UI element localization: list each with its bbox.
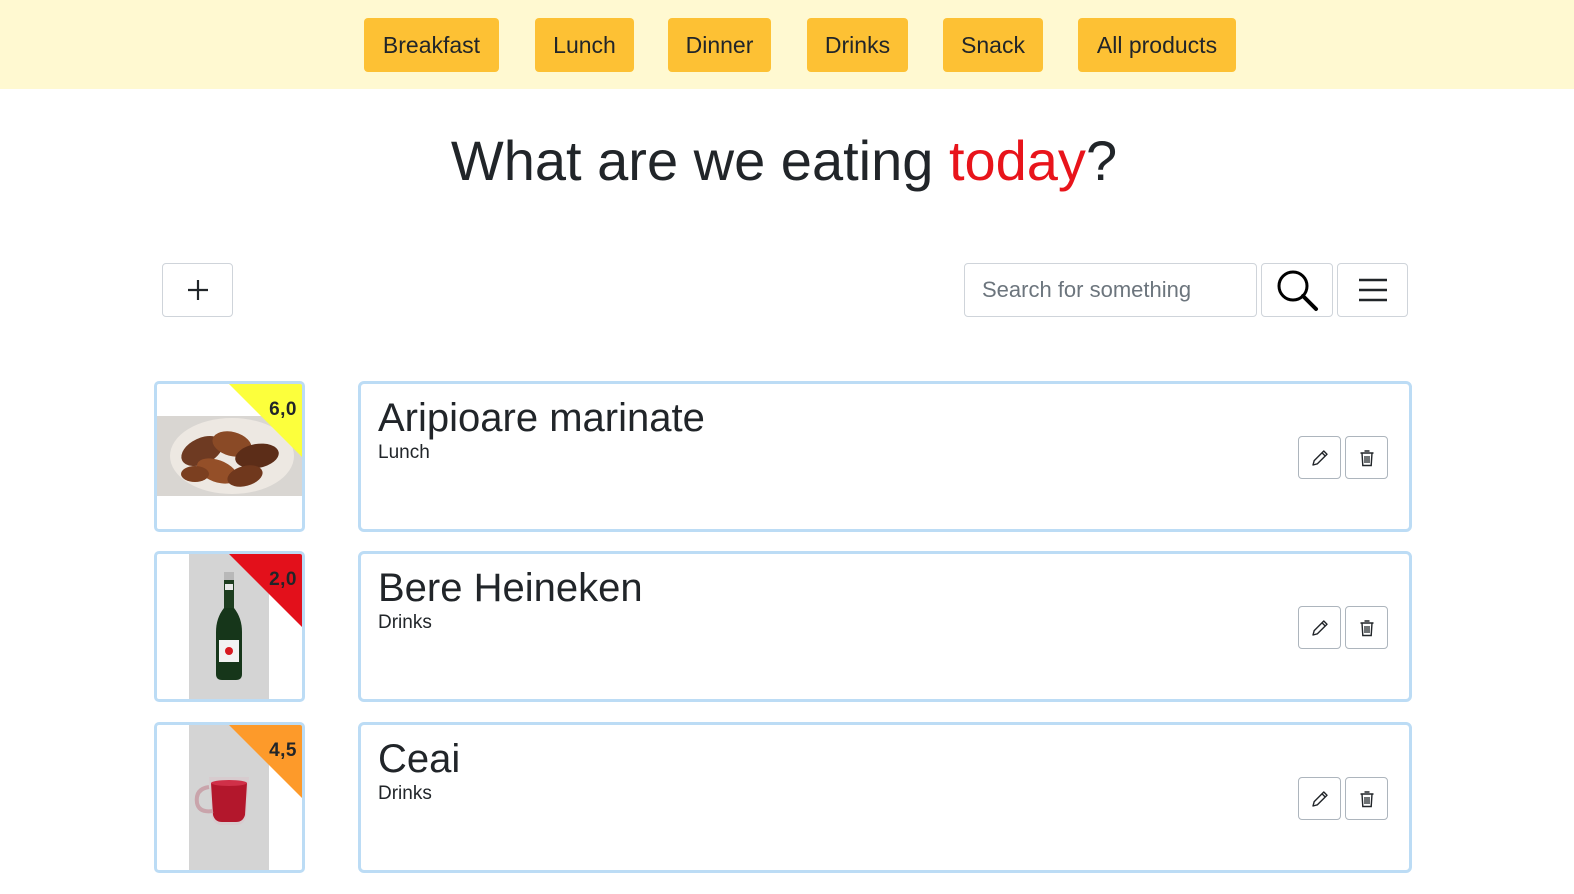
product-category: Drinks (378, 783, 432, 804)
page-title-suffix: ? (1085, 129, 1118, 192)
page-title: What are we eating today? (0, 125, 1568, 197)
page-title-highlight: today (948, 129, 1086, 192)
product-name: Aripioare marinate (378, 396, 705, 440)
category-button-dinner[interactable]: Dinner (668, 18, 771, 72)
edit-button[interactable] (1298, 606, 1341, 649)
edit-button[interactable] (1298, 436, 1341, 479)
pencil-icon (1311, 790, 1328, 807)
menu-button[interactable] (1337, 263, 1408, 317)
product-name: Ceai (378, 737, 461, 781)
trash-icon (1360, 790, 1373, 807)
delete-button[interactable] (1345, 606, 1388, 649)
product-name: Bere Heineken (378, 566, 643, 610)
product-card: Aripioare marinate Lunch (358, 381, 1412, 532)
search-button[interactable] (1261, 263, 1333, 317)
rating-value: 6,0 (269, 399, 297, 420)
delete-button[interactable] (1345, 777, 1388, 820)
product-thumbnail[interactable]: 4,5 (154, 722, 305, 873)
product-thumbnail[interactable]: 2,0 (154, 551, 305, 702)
delete-button[interactable] (1345, 436, 1388, 479)
product-card: Bere Heineken Drinks (358, 551, 1412, 702)
category-button-drinks[interactable]: Drinks (807, 18, 908, 72)
edit-button[interactable] (1298, 777, 1341, 820)
pencil-icon (1311, 619, 1328, 636)
product-thumbnail[interactable]: 6,0 (154, 381, 305, 532)
pencil-icon (1311, 449, 1328, 466)
add-product-button[interactable] (162, 263, 233, 317)
rating-value: 4,5 (269, 740, 297, 761)
search-input[interactable] (964, 263, 1257, 317)
product-category: Drinks (378, 612, 432, 633)
trash-icon (1360, 619, 1373, 636)
trash-icon (1360, 449, 1373, 466)
category-nav-bar: Breakfast Lunch Dinner Drinks Snack All … (0, 0, 1574, 89)
rating-value: 2,0 (269, 569, 297, 590)
category-button-all-products[interactable]: All products (1078, 18, 1236, 72)
hamburger-menu-icon (1358, 278, 1387, 302)
product-category: Lunch (378, 442, 430, 463)
plus-icon (187, 280, 208, 300)
page-title-prefix: What are we eating (450, 129, 949, 192)
category-button-breakfast[interactable]: Breakfast (364, 18, 499, 72)
magnifier-icon (1277, 270, 1318, 311)
category-button-lunch[interactable]: Lunch (535, 18, 634, 72)
product-card: Ceai Drinks (358, 722, 1412, 873)
category-button-snack[interactable]: Snack (943, 18, 1043, 72)
